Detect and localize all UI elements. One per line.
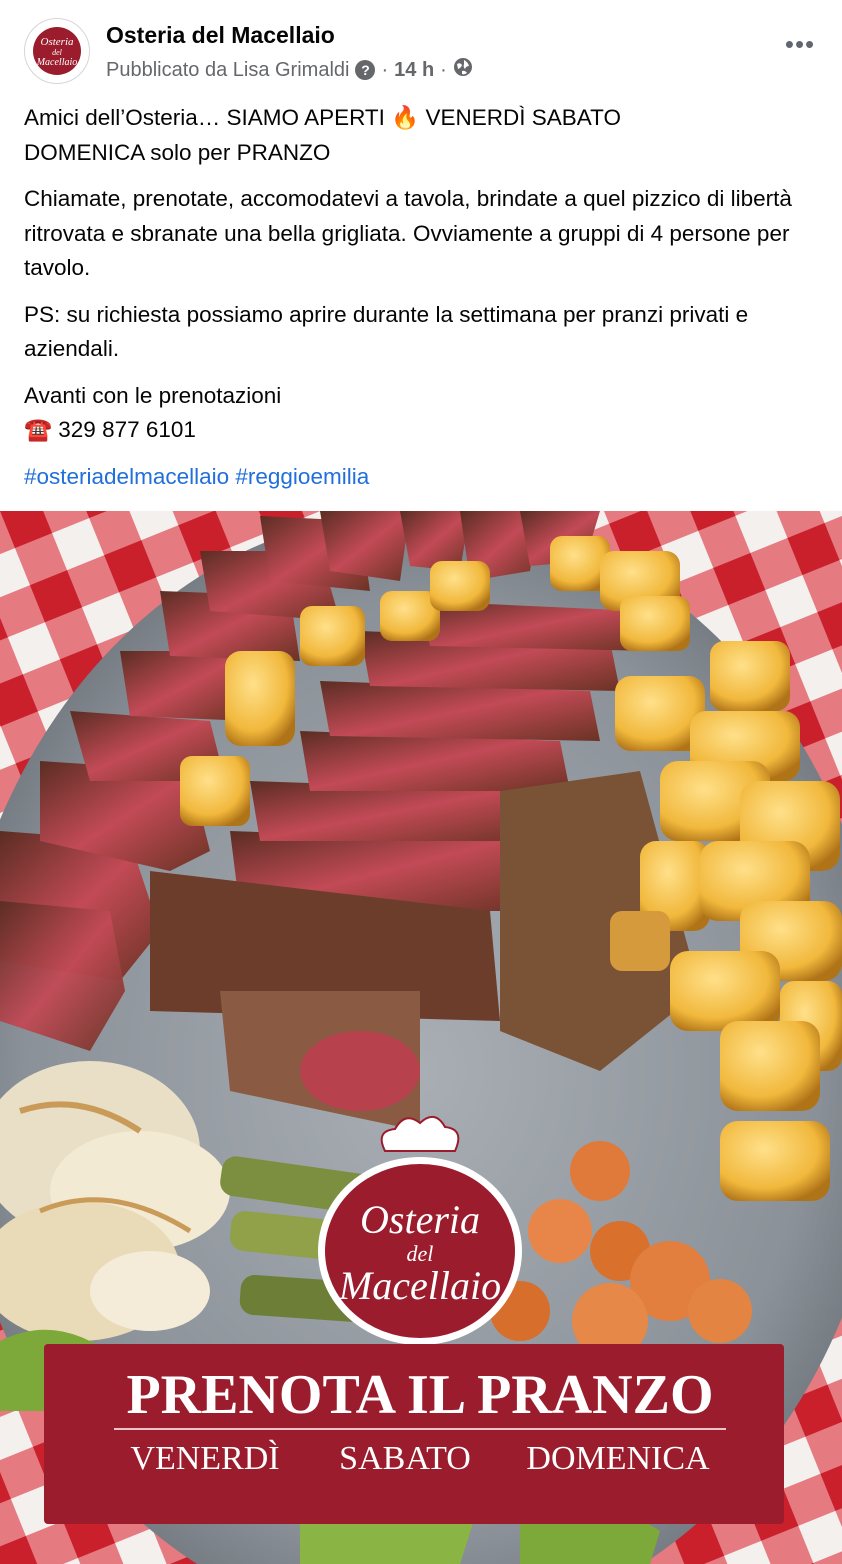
logo-text-macellaio: Macellaio xyxy=(338,1263,501,1308)
banner-day-saturday: SABATO xyxy=(339,1440,471,1477)
post-body: Amici dell’Osteria… SIAMO APERTI 🔥 VENER… xyxy=(24,101,814,506)
phone-number: 329 877 6101 xyxy=(58,417,196,442)
paragraph-1-text-c: DOMENICA solo per PRANZO xyxy=(24,139,331,165)
paragraph-1-text-a: Amici dell’Osteria… SIAMO APERTI xyxy=(24,105,385,130)
booking-banner: PRENOTA IL PRANZO VENERDÌ SABATO DOMENIC… xyxy=(44,1344,784,1524)
post-paragraph-3: PS: su richiesta possiamo aprire durante… xyxy=(24,301,749,362)
avatar-logo-text-3: Macellaio xyxy=(36,57,78,68)
telephone-emoji-icon: ☎️ xyxy=(24,417,53,442)
globe-icon xyxy=(453,57,473,83)
hashtag-link-osteriadelmacellaio[interactable]: #osteriadelmacellaio xyxy=(24,464,229,489)
page-avatar[interactable]: Osteria del Macellaio xyxy=(24,18,90,84)
paragraph-1-text-b: VENERDÌ SABATO xyxy=(419,105,621,130)
paragraph-4-text: Avanti con le prenotazioni xyxy=(24,382,282,408)
post-meta: Pubblicato da Lisa Grimaldi ? · 14 h · xyxy=(106,57,473,83)
banner-title: PRENOTA IL PRANZO xyxy=(126,1364,713,1426)
post-time-link[interactable]: 14 h xyxy=(394,59,434,82)
avatar-logo-text-2: del xyxy=(52,48,63,57)
meta-separator: · xyxy=(381,58,389,81)
avatar-logo-text-1: Osteria xyxy=(41,36,75,48)
banner-day-friday: VENERDÌ xyxy=(130,1440,279,1477)
post-paragraph-1: Amici dell’Osteria… SIAMO APERTI 🔥 VENER… xyxy=(24,101,814,170)
post-photo[interactable]: Osteria del Macellaio PRENOTA IL PRANZO … xyxy=(0,511,842,1564)
hashtag-link-reggioemilia[interactable]: #reggioemilia xyxy=(235,464,369,489)
published-by-text: Pubblicato da Lisa Grimaldi xyxy=(106,58,350,81)
meta-separator-2: · xyxy=(440,58,447,81)
post-header: Osteria del Macellaio Osteria del Macell… xyxy=(24,18,818,88)
post-paragraph-4: Avanti con le prenotazioni ☎️ 329 877 61… xyxy=(24,379,814,448)
logo-text-osteria: Osteria xyxy=(360,1197,480,1242)
post-paragraph-2: Chiamate, prenotate, accomodatevi a tavo… xyxy=(24,186,792,280)
more-options-icon[interactable]: ••• xyxy=(782,31,818,64)
fire-emoji-icon: 🔥 xyxy=(391,105,420,130)
help-icon[interactable]: ? xyxy=(355,60,376,80)
banner-day-sunday: DOMENICA xyxy=(526,1440,710,1477)
hashtags: #osteriadelmacellaio #reggioemilia xyxy=(24,460,814,495)
avatar-logo: Osteria del Macellaio xyxy=(33,27,81,75)
page-name-link[interactable]: Osteria del Macellaio xyxy=(106,22,335,49)
